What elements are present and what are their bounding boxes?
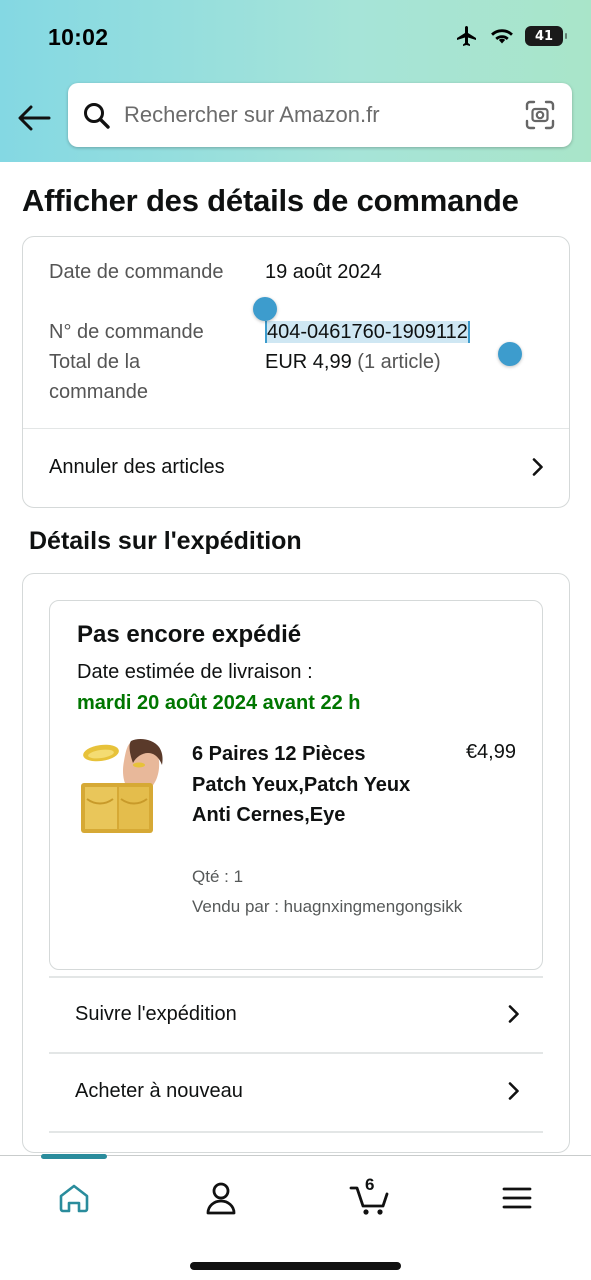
product-seller: Vendu par : huagnxingmengongsikk [192,897,463,916]
chevron-right-icon [508,1005,519,1023]
estimated-delivery-label: Date estimée de livraison : [77,661,313,683]
order-number-value[interactable]: 404-0461760-1909112 [265,317,470,347]
selection-start-handle[interactable] [253,297,277,321]
airplane-icon [457,26,476,46]
back-arrow-icon [18,105,51,131]
home-icon [59,1184,89,1213]
menu-icon [502,1187,532,1209]
wifi-icon [491,29,513,44]
track-shipment-link[interactable]: Suivre l'expédition [49,976,543,1052]
search-icon [84,103,110,129]
nav-active-indicator [41,1154,107,1159]
order-summary-card: Date de commande 19 août 2024 N° de comm… [22,236,570,508]
cancel-items-link[interactable]: Annuler des articles [23,429,569,505]
order-total-value: EUR 4,99 (1 article) [265,347,441,377]
order-item-count: (1 article) [357,351,441,373]
shipment-section-title: Détails sur l'expédition [29,527,302,555]
search-bar[interactable] [68,83,572,147]
page-title: Afficher des détails de commande [22,183,519,218]
order-date-value: 19 août 2024 [265,261,382,283]
selected-order-number[interactable]: 404-0461760-1909112 [265,321,470,343]
back-button[interactable] [14,98,54,138]
estimated-delivery-date: mardi 20 août 2024 avant 22 h [77,692,361,714]
camera-scan-icon[interactable] [524,99,556,131]
shipment-status: Pas encore expédié [77,621,302,648]
order-number-label: N° de commande [49,321,204,343]
bottom-navigation: 6 [0,1154,591,1280]
nav-cart[interactable]: 6 [347,1174,395,1222]
track-shipment-label: Suivre l'expédition [75,1002,237,1025]
battery-icon: 41 [525,26,567,46]
shipment-item-card: Pas encore expédié Date estimée de livra… [49,600,543,970]
status-icons: 41 [455,24,567,48]
order-total-amount: EUR 4,99 [265,351,352,373]
cancel-items-label: Annuler des articles [49,455,225,478]
product-photo-icon [79,739,171,835]
account-icon [206,1182,236,1215]
product-title[interactable]: 6 Paires 12 Pièces Patch Yeux,Patch Yeux… [192,739,412,831]
product-quantity: Qté : 1 [192,867,244,886]
top-header: 10:02 41 [0,0,591,162]
buy-again-label: Acheter à nouveau [75,1079,243,1102]
home-indicator [190,1262,401,1270]
status-time: 10:02 [48,24,109,50]
shipment-card: Pas encore expédié Date estimée de livra… [22,573,570,1153]
search-input[interactable] [124,97,514,133]
product-price: €4,99 [465,741,516,763]
buy-again-link[interactable]: Acheter à nouveau [49,1053,543,1129]
nav-menu[interactable] [493,1174,541,1222]
product-image[interactable] [79,739,171,835]
chevron-right-icon [508,1082,519,1100]
cart-count-badge: 6 [365,1175,375,1194]
selection-end-handle[interactable] [498,342,522,366]
chevron-right-icon [532,458,543,476]
order-total-label: Total de la commande [49,351,148,403]
divider [49,1131,543,1133]
nav-account[interactable] [197,1174,245,1222]
battery-level: 41 [534,28,554,44]
nav-home[interactable] [50,1174,98,1222]
order-date-label: Date de commande [49,261,224,283]
